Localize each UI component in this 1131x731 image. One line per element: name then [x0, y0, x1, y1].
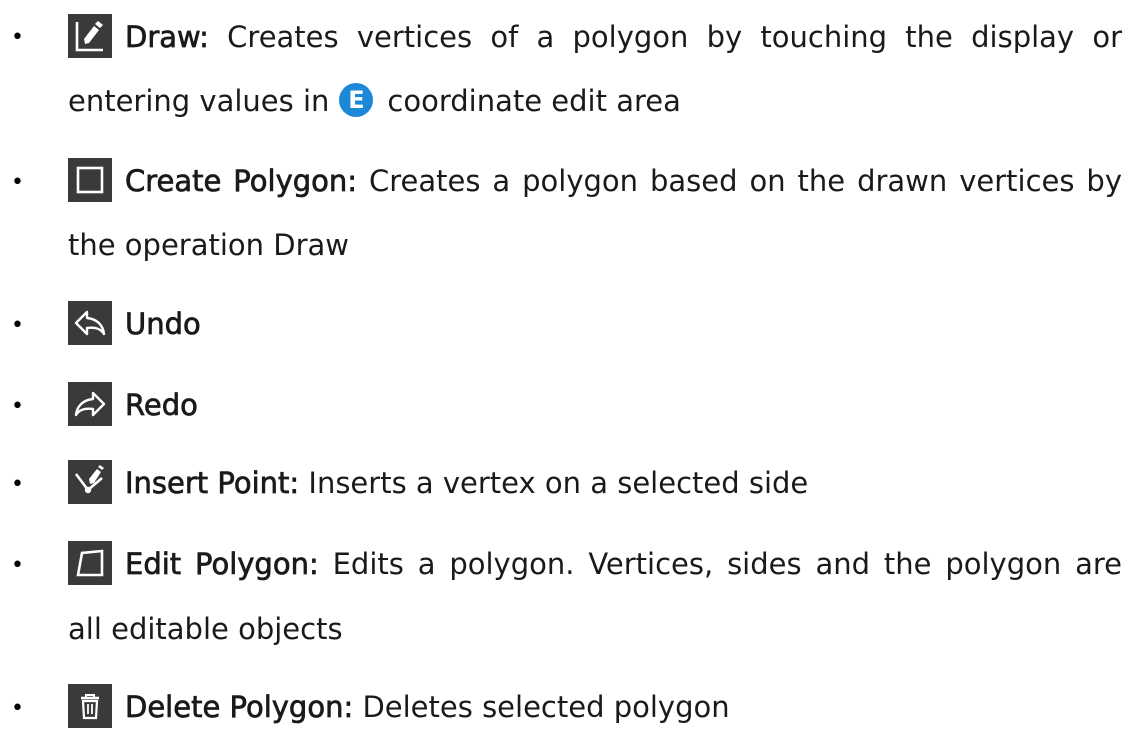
- redo-arrow-icon: [68, 382, 112, 426]
- term-label: Create Polygon:: [125, 164, 358, 199]
- item-line-1: Edit Polygon: Edits a polygon. Vertices,…: [68, 541, 1122, 588]
- trash-icon: [68, 684, 112, 728]
- term-label: Edit Polygon:: [125, 547, 319, 582]
- description-text: Creates vertices of a polygon by touchin…: [208, 20, 1122, 54]
- bullet: •: [11, 394, 24, 419]
- description-text: all editable objects: [68, 612, 343, 646]
- item-line-2: all editable objects: [68, 609, 343, 649]
- bullet: •: [11, 696, 24, 721]
- item-line-1: Undo: [68, 301, 201, 348]
- item-line-1: Insert Point: Inserts a vertex on a sele…: [68, 460, 809, 507]
- item-line-2: the operation Draw: [68, 225, 349, 265]
- term-label: Draw:: [125, 20, 210, 55]
- term-label: Delete Polygon:: [125, 690, 354, 725]
- description-text: Deletes selected polygon: [353, 690, 730, 724]
- coordinate-edit-badge-e: E: [339, 83, 374, 117]
- description-text: entering values in: [68, 84, 330, 118]
- item-line-2: entering values in Ecoordinate edit area: [68, 81, 681, 121]
- item-line-1: Delete Polygon: Deletes selected polygon: [68, 684, 730, 731]
- draw-pen-icon: [68, 14, 112, 58]
- description-text: Edits a polygon. Vertices, sides and the…: [318, 547, 1122, 581]
- edit-polygon-icon: [68, 541, 112, 585]
- item-line-1: Create Polygon: Creates a polygon based …: [68, 158, 1122, 205]
- bullet: •: [11, 553, 24, 578]
- bullet: •: [11, 313, 24, 338]
- bullet: •: [11, 25, 24, 50]
- insert-point-icon: [68, 460, 112, 504]
- term-label: Redo: [125, 388, 199, 423]
- bullet: •: [11, 472, 24, 497]
- bullet: •: [11, 170, 24, 195]
- description-text: Inserts a vertex on a selected side: [299, 466, 809, 500]
- description-text: coordinate edit area: [387, 84, 681, 118]
- description-text: the operation Draw: [68, 228, 350, 262]
- term-label: Undo: [125, 307, 201, 342]
- item-line-1: Redo: [68, 382, 199, 429]
- term-label: Insert Point:: [125, 466, 300, 501]
- square-icon: [68, 158, 112, 202]
- description-text: Creates a polygon based on the drawn ver…: [357, 164, 1122, 198]
- item-line-1: Draw: Creates vertices of a polygon by t…: [68, 14, 1122, 61]
- undo-arrow-icon: [68, 301, 112, 345]
